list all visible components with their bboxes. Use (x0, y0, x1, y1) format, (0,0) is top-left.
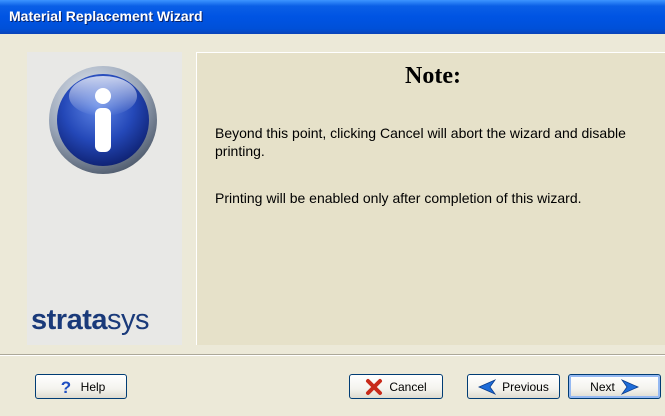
info-icon (49, 66, 157, 174)
arrow-right-icon (620, 378, 639, 395)
note-paragraph-1: Beyond this point, clicking Cancel will … (215, 125, 626, 159)
help-button[interactable]: ? Help (35, 374, 127, 399)
stratasys-logo: stratasys (31, 304, 181, 337)
next-button[interactable]: Next (568, 374, 661, 399)
next-label: Next (590, 379, 615, 394)
help-icon: ? (60, 378, 70, 396)
cancel-button[interactable]: Cancel (349, 374, 443, 399)
separator (0, 354, 665, 356)
previous-button[interactable]: Previous (467, 374, 560, 399)
wizard-body: stratasys Note: Beyond this point, click… (0, 34, 665, 416)
cancel-label: Cancel (389, 379, 427, 394)
note-heading: Note: (405, 63, 461, 89)
brand-light: sys (107, 304, 150, 336)
side-panel: stratasys (27, 52, 182, 345)
brand-strong: strata (31, 304, 108, 336)
previous-label: Previous (502, 379, 549, 394)
title-bar[interactable]: Material Replacement Wizard (0, 0, 665, 34)
cancel-icon (366, 378, 383, 395)
arrow-left-icon (478, 378, 497, 395)
note-paragraph-2: Printing will be enabled only after comp… (215, 190, 582, 206)
note-panel: Note: Beyond this point, clicking Cancel… (196, 52, 665, 345)
window-title: Material Replacement Wizard (9, 8, 203, 24)
help-label: Help (80, 379, 106, 394)
svg-text:?: ? (60, 378, 70, 396)
